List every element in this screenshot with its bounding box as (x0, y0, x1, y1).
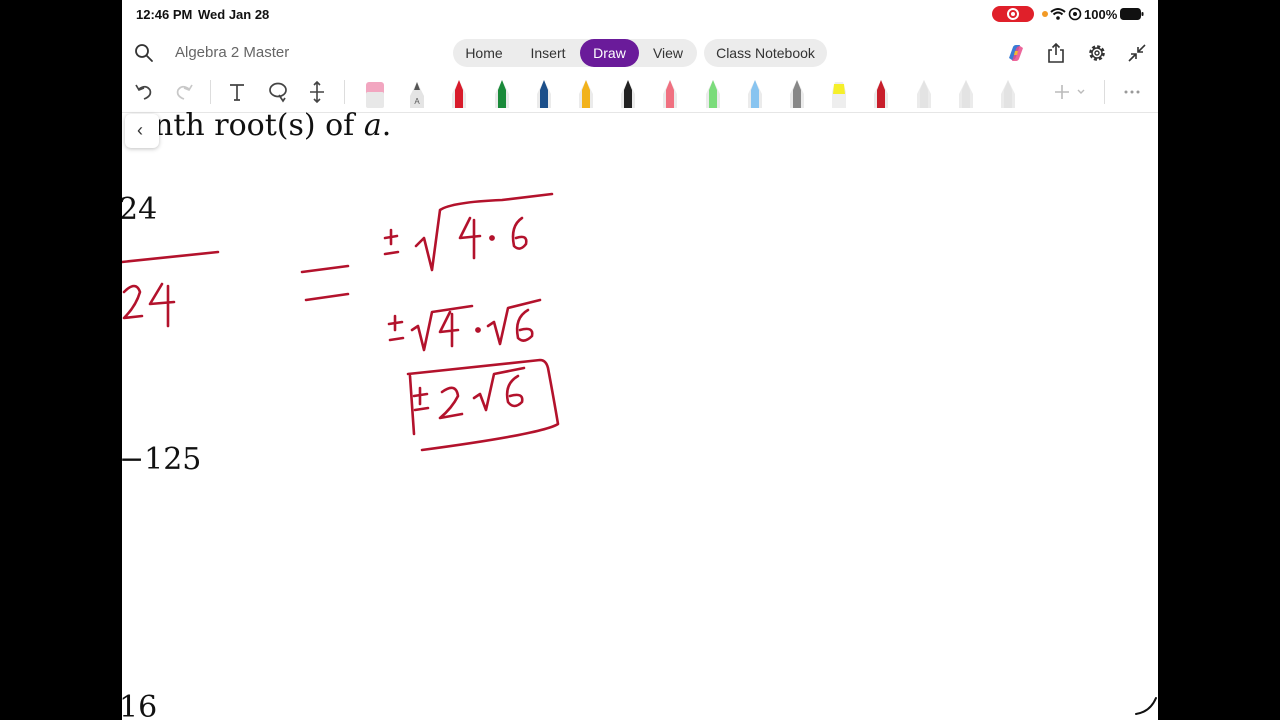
ink-radical-bar (122, 250, 220, 264)
ink-radical-1 (414, 192, 554, 272)
ink-digit-6-c (505, 374, 524, 408)
ink-radical-3 (472, 366, 526, 412)
ink-digit-4-b (438, 310, 460, 348)
ink-digit-4 (148, 282, 176, 328)
handwritten-work (122, 192, 560, 452)
ink-digit-4-a (458, 216, 482, 260)
ink-plus-minus-3 (412, 386, 430, 412)
ink-digit-2-answer (438, 386, 464, 420)
ink-equals-top (300, 264, 350, 274)
ink-equals-bottom (304, 292, 350, 302)
ink-dot-1 (489, 235, 495, 241)
ink-digit-6-a (511, 216, 528, 250)
scroll-corner-icon (1135, 697, 1157, 715)
ink-digit-2 (122, 284, 144, 320)
ink-plus-minus-2 (387, 314, 405, 342)
ink-dot-2 (475, 327, 481, 333)
ink-digit-6-b (515, 308, 534, 342)
onenote-screen: 12:46 PM Wed Jan 28 100% Algebra 2 Maste… (122, 0, 1158, 720)
ink-plus-minus-1 (383, 228, 400, 256)
